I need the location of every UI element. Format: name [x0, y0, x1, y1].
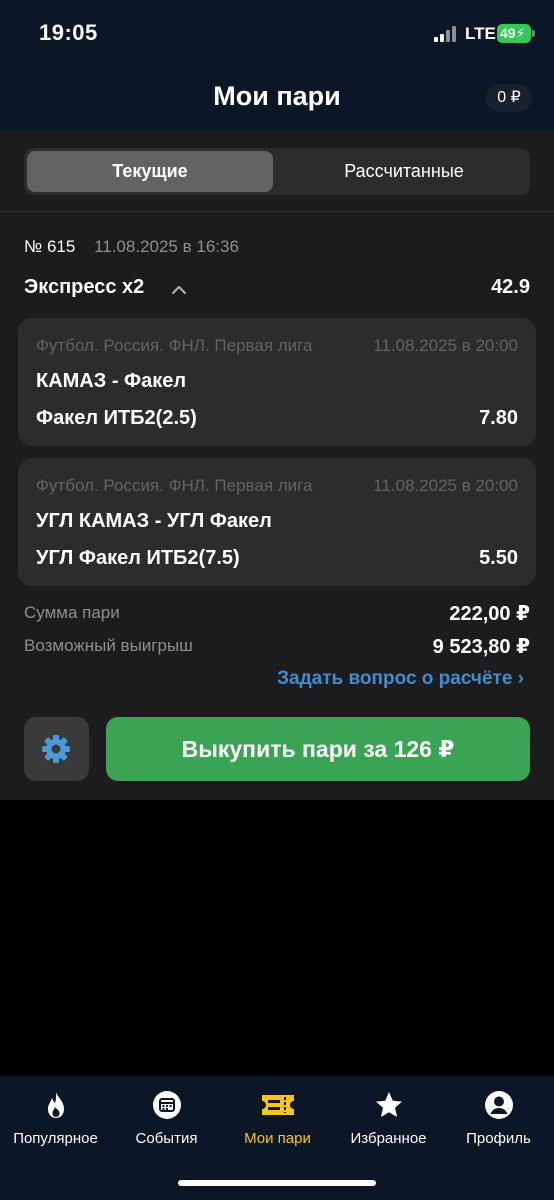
bet-meta: № 615 11.08.2025 в 16:36	[24, 237, 239, 257]
bet-date: 11.08.2025 в 16:36	[94, 237, 239, 256]
settings-button[interactable]	[24, 717, 89, 781]
bet-number: № 615	[24, 237, 76, 256]
event-card[interactable]: Футбол. Россия. ФНЛ. Первая лига 11.08.2…	[18, 318, 536, 446]
stake-label: Сумма пари	[24, 603, 120, 622]
cashout-button[interactable]: Выкупить пари за 126 ₽	[106, 717, 530, 781]
tab-events[interactable]: События	[111, 1090, 222, 1147]
tab-my-bets[interactable]: Мои пари	[222, 1090, 333, 1147]
event-league: Футбол. Россия. ФНЛ. Первая лига	[36, 476, 313, 495]
bet-content: Текущие Рассчитанные № 615 11.08.2025 в …	[0, 130, 554, 800]
chevron-up-icon[interactable]	[172, 283, 186, 297]
ask-question-link[interactable]: Задать вопрос о расчёте ›	[277, 668, 524, 690]
event-date: 11.08.2025 в 20:00	[373, 336, 518, 355]
tab-label: События	[135, 1130, 198, 1147]
tab-label: Профиль	[466, 1130, 531, 1147]
battery-icon: 49⚡	[497, 24, 535, 43]
calendar-icon	[152, 1091, 181, 1119]
bottom-tab-bar: Популярное События Мои пари Избранное Пр…	[0, 1076, 554, 1200]
tab-label: Популярное	[13, 1130, 98, 1147]
tab-current[interactable]: Текущие	[27, 151, 273, 192]
status-bar: 19:05 LTE 49⚡	[0, 0, 554, 66]
battery-level: 49	[500, 25, 516, 41]
profile-icon	[484, 1091, 513, 1119]
win-value: 9 523,80 ₽	[432, 636, 530, 658]
event-pick: Факел ИТБ2(2.5)	[36, 407, 197, 429]
status-time: 19:05	[39, 20, 98, 45]
home-indicator	[178, 1180, 376, 1186]
ticket-icon	[261, 1095, 294, 1115]
win-label: Возможный выигрыш	[24, 636, 193, 655]
star-icon	[375, 1092, 402, 1117]
page-title: Мои пари	[213, 81, 341, 111]
balance-badge[interactable]: 0 ₽	[486, 84, 532, 112]
bet-type-row[interactable]: Экспресс х2 42.9	[24, 276, 530, 304]
signal-icon	[434, 26, 460, 42]
header: Мои пари 0 ₽	[0, 66, 554, 130]
stake-row: Сумма пари 222,00 ₽	[24, 603, 530, 629]
tab-label: Избранное	[350, 1130, 427, 1147]
event-odds: 5.50	[479, 547, 518, 569]
gear-icon	[42, 735, 70, 763]
event-odds: 7.80	[479, 407, 518, 429]
divider	[0, 211, 554, 212]
tab-profile[interactable]: Профиль	[443, 1090, 554, 1147]
stake-value: 222,00 ₽	[449, 603, 530, 625]
event-card[interactable]: Футбол. Россия. ФНЛ. Первая лига 11.08.2…	[18, 458, 536, 586]
tab-settled[interactable]: Рассчитанные	[281, 151, 527, 192]
event-teams: КАМАЗ - Факел	[36, 370, 187, 392]
tab-favorites[interactable]: Избранное	[333, 1090, 444, 1147]
total-odds: 42.9	[491, 276, 530, 298]
bet-type: Экспресс х2	[24, 276, 145, 298]
tab-label: Мои пари	[244, 1130, 311, 1147]
tab-popular[interactable]: Популярное	[0, 1090, 111, 1147]
event-pick: УГЛ Факел ИТБ2(7.5)	[36, 547, 240, 569]
network-label: LTE	[465, 24, 496, 43]
event-league: Футбол. Россия. ФНЛ. Первая лига	[36, 336, 313, 355]
segmented-control: Текущие Рассчитанные	[24, 148, 530, 195]
event-teams: УГЛ КАМАЗ - УГЛ Факел	[36, 510, 272, 532]
flame-icon	[47, 1092, 64, 1118]
win-row: Возможный выигрыш 9 523,80 ₽	[24, 636, 530, 662]
event-date: 11.08.2025 в 20:00	[373, 476, 518, 495]
